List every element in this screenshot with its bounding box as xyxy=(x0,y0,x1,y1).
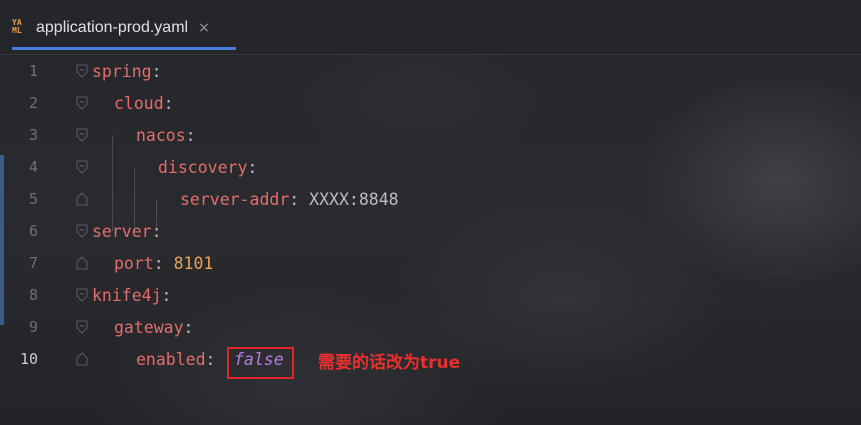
yaml-key: enabled xyxy=(136,349,206,369)
yaml-entry: port: 8101 xyxy=(114,254,213,273)
yaml-entry: cloud: xyxy=(114,94,174,113)
fold-icon[interactable] xyxy=(76,320,88,334)
yaml-key: server-addr xyxy=(180,189,290,209)
yaml-file-icon: YA ML xyxy=(12,17,22,35)
line-number: 5 xyxy=(28,190,38,208)
line-number: 6 xyxy=(28,222,38,240)
fold-end-icon[interactable] xyxy=(76,256,88,270)
code-line: 8 knife4j: xyxy=(0,279,861,311)
yaml-colon: : xyxy=(183,317,194,337)
line-number: 10 xyxy=(19,350,38,368)
code-line: 6 server: xyxy=(0,215,861,247)
yaml-entry: spring: xyxy=(92,62,162,81)
code-line: 5 server-addr: XXXX:8848 xyxy=(0,183,861,215)
fold-icon[interactable] xyxy=(76,128,88,142)
annotation-text: 需要的话改为true xyxy=(318,353,461,373)
yaml-colon: : xyxy=(289,189,300,209)
yaml-colon: : xyxy=(185,125,196,145)
line-number: 1 xyxy=(28,62,38,80)
code-line: 3 nacos: xyxy=(0,119,861,151)
yaml-entry: nacos: xyxy=(136,126,196,145)
line-number: 2 xyxy=(28,94,38,112)
yaml-entry: enabled: xyxy=(136,350,215,369)
line-number: 4 xyxy=(28,158,38,176)
yaml-key: nacos xyxy=(136,125,186,145)
tab-application-prod-yaml[interactable]: YA ML application-prod.yaml × xyxy=(12,8,236,50)
yaml-entry: knife4j: xyxy=(92,286,171,305)
line-number: 7 xyxy=(28,254,38,272)
code-line: 1 spring: xyxy=(0,55,861,87)
yaml-key: port xyxy=(114,253,154,273)
fold-end-icon[interactable] xyxy=(76,192,88,206)
line-number: 8 xyxy=(28,286,38,304)
code-editor[interactable]: 1 spring: 2 cloud: 3 nacos: 4 discovery:… xyxy=(0,55,861,425)
yaml-key: cloud xyxy=(114,93,164,113)
fold-icon[interactable] xyxy=(76,96,88,110)
fold-icon[interactable] xyxy=(76,160,88,174)
yaml-value: XXXX:8848 xyxy=(299,189,399,209)
yaml-key: discovery xyxy=(158,157,248,177)
highlight-box xyxy=(227,347,294,379)
yaml-colon: : xyxy=(151,61,162,81)
yaml-value: 8101 xyxy=(163,253,214,273)
yaml-key: gateway xyxy=(114,317,184,337)
editor-tab-bar: YA ML application-prod.yaml × xyxy=(0,0,861,55)
close-icon[interactable]: × xyxy=(198,20,210,36)
yaml-entry: server: xyxy=(92,222,162,241)
yaml-entry: server-addr: XXXX:8848 xyxy=(180,190,399,209)
yaml-colon: : xyxy=(151,221,162,241)
yaml-key: spring xyxy=(92,61,152,81)
fold-end-icon[interactable] xyxy=(76,352,88,366)
yaml-key: server xyxy=(92,221,152,241)
code-line: 7 port: 8101 xyxy=(0,247,861,279)
line-number: 9 xyxy=(28,318,38,336)
yaml-colon: : xyxy=(247,157,258,177)
fold-icon[interactable] xyxy=(76,288,88,302)
line-number: 3 xyxy=(28,126,38,144)
fold-icon[interactable] xyxy=(76,224,88,238)
yaml-entry: discovery: xyxy=(158,158,257,177)
yaml-key: knife4j xyxy=(92,285,162,305)
yaml-entry: gateway: xyxy=(114,318,193,337)
code-line: 4 discovery: xyxy=(0,151,861,183)
yaml-colon: : xyxy=(163,93,174,113)
tab-label: application-prod.yaml xyxy=(36,18,189,36)
fold-icon[interactable] xyxy=(76,64,88,78)
code-line: 2 cloud: xyxy=(0,87,861,119)
yaml-colon: : xyxy=(205,349,216,369)
yaml-colon: : xyxy=(161,285,172,305)
yaml-colon: : xyxy=(153,253,164,273)
code-line: 9 gateway: xyxy=(0,311,861,343)
